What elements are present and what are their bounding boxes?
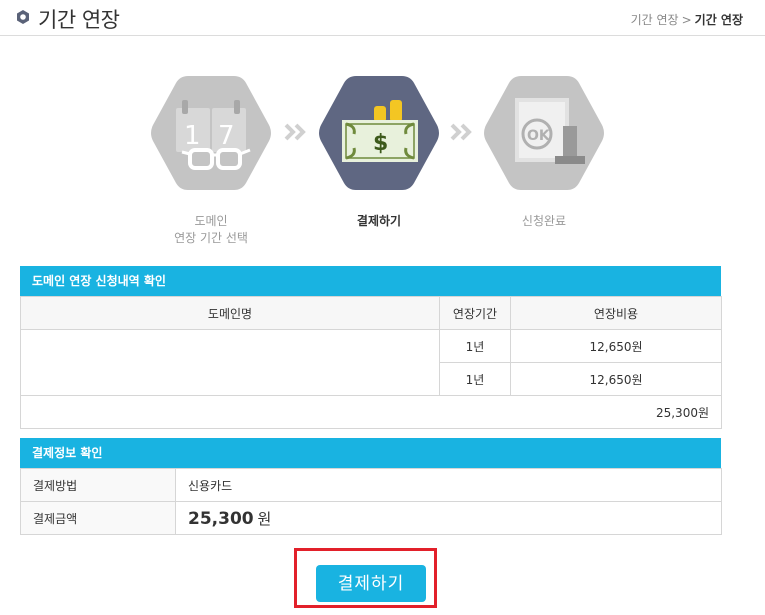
payment-method-row: 결제방법 신용카드 [20,468,722,502]
payment-info-table: 결제방법 신용카드 결제금액 25,300 원 [20,468,722,535]
payment-amount-unit: 원 [257,509,272,528]
step-label-payment: 결제하기 [356,214,402,228]
step-select-period: 1 7 [148,70,274,196]
step-complete: OK [481,70,607,196]
cost-cell: 12,650원 [510,362,722,396]
payment-amount-row: 결제금액 25,300 원 [20,501,722,535]
step-label-complete: 신청완료 [521,214,567,228]
column-header-domain: 도메인명 [20,296,440,330]
domain-name-cell [20,329,440,396]
domain-renewal-title: 도메인 연장 신청내역 확인 [20,266,721,296]
step-label-select-period: 도메인 연장 기간 선택 [174,214,248,245]
payment-method-value: 신용카드 [175,468,722,502]
payment-amount-cell: 25,300 원 [175,501,722,535]
payment-info-title: 결제정보 확인 [20,438,721,468]
table-row: 1년 12,650원 [20,329,722,396]
payment-amount-value: 25,300 [188,508,254,529]
breadcrumb-item[interactable]: 기간 연장 [631,13,679,27]
domain-renewal-table: 도메인명 연장기간 연장비용 1년 12,650원 1년 12,650원 25,… [20,296,722,429]
page-header: 기간 연장 기간 연장 > 기간 연장 [0,0,765,36]
payment-amount-label: 결제금액 [20,501,176,535]
hexagon-bullet-icon [17,10,29,24]
total-cost: 25,300원 [20,395,722,429]
svg-text:1: 1 [184,121,201,151]
double-chevron-right-icon [450,123,472,141]
svg-text:OK: OK [527,128,551,144]
breadcrumb: 기간 연장 > 기간 연장 [631,11,743,28]
pay-button[interactable]: 결제하기 [316,565,426,602]
table-header-row: 도메인명 연장기간 연장비용 [20,296,722,330]
payment-info-section: 결제정보 확인 결제방법 신용카드 결제금액 25,300 원 [20,438,722,535]
svg-text:$: $ [373,131,388,156]
period-cell: 1년 [439,362,511,396]
domain-renewal-section: 도메인 연장 신청내역 확인 도메인명 연장기간 연장비용 1년 12,650원… [20,266,722,429]
column-header-cost: 연장비용 [510,296,722,330]
domain-name-redacted [187,337,273,388]
breadcrumb-current: 기간 연장 [694,13,743,27]
step-payment: $ [316,70,442,196]
ok-stamp-icon: OK [484,76,604,190]
double-chevron-right-icon [284,123,306,141]
column-header-period: 연장기간 [439,296,511,330]
calendar-glasses-icon: 1 7 [151,76,271,190]
svg-text:7: 7 [218,121,235,151]
money-icon: $ [319,76,439,190]
cost-cell: 12,650원 [510,329,722,363]
total-row: 25,300원 [20,395,722,429]
period-cell: 1년 [439,329,511,363]
page-title: 기간 연장 [38,8,120,32]
payment-method-label: 결제방법 [20,468,176,502]
breadcrumb-separator: > [681,13,692,27]
